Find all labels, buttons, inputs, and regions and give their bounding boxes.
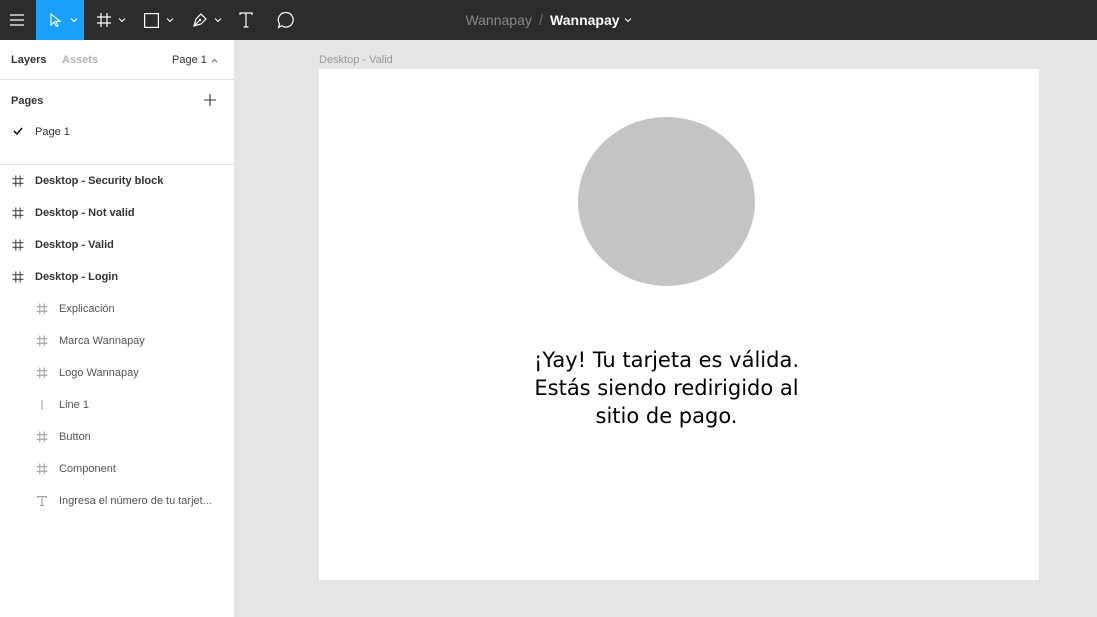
pen-tool-icon bbox=[193, 13, 207, 27]
line-icon bbox=[41, 400, 43, 410]
layer-item[interactable]: Marca Wannapay bbox=[0, 325, 235, 357]
project-name[interactable]: Wannapay bbox=[465, 12, 531, 28]
comment-tool-button[interactable] bbox=[274, 0, 298, 40]
comment-tool-icon bbox=[277, 11, 294, 29]
move-tool-button[interactable] bbox=[36, 0, 84, 40]
chevron-down-icon bbox=[70, 18, 78, 23]
shape-tool-icon bbox=[144, 13, 159, 28]
layer-item[interactable]: Logo Wannapay bbox=[0, 357, 235, 389]
frame-icon bbox=[12, 175, 24, 187]
layer-label: Explicación bbox=[59, 303, 115, 315]
layer-label: Desktop - Valid bbox=[35, 239, 114, 251]
layer-item[interactable]: Desktop - Not valid bbox=[0, 197, 235, 229]
layer-item[interactable]: Desktop - Security block bbox=[0, 165, 235, 197]
layer-item[interactable]: Explicación bbox=[0, 293, 235, 325]
layer-label: Line 1 bbox=[59, 399, 89, 411]
frame-icon bbox=[12, 271, 24, 283]
frame-label[interactable]: Desktop - Valid bbox=[319, 54, 393, 66]
text-tool-icon bbox=[239, 12, 253, 28]
frame-icon bbox=[36, 335, 48, 347]
page-item[interactable]: Page 1 bbox=[0, 120, 235, 144]
frame-icon bbox=[36, 303, 48, 315]
frame-icon bbox=[36, 463, 48, 475]
frame-desktop-valid[interactable]: ¡Yay! Tu tarjeta es válida. Estás siendo… bbox=[319, 69, 1039, 580]
move-tool-icon bbox=[50, 13, 62, 27]
tab-layers[interactable]: Layers bbox=[11, 54, 46, 66]
current-page-label: Page 1 bbox=[172, 54, 207, 66]
breadcrumb-separator: / bbox=[538, 11, 544, 29]
layer-label: Desktop - Security block bbox=[35, 175, 164, 187]
text-tool-button[interactable] bbox=[234, 0, 258, 40]
panel-tabs: Layers Assets Page 1 bbox=[0, 40, 235, 80]
text-icon bbox=[37, 496, 47, 506]
toolbar: Wannapay / Wannapay bbox=[0, 0, 1097, 40]
placeholder-circle[interactable] bbox=[578, 117, 755, 286]
chevron-up-icon bbox=[211, 58, 218, 62]
layer-item[interactable]: Component bbox=[0, 453, 235, 485]
chevron-down-icon bbox=[118, 18, 126, 23]
checkmark-icon bbox=[13, 127, 23, 135]
success-message[interactable]: ¡Yay! Tu tarjeta es válida. Estás siendo… bbox=[509, 346, 824, 430]
layer-label: Ingresa el número de tu tarjet... bbox=[59, 495, 212, 507]
file-name[interactable]: Wannapay bbox=[550, 12, 620, 28]
frame-icon bbox=[36, 367, 48, 379]
pen-tool-button[interactable] bbox=[186, 0, 226, 40]
frame-tool-icon bbox=[97, 13, 111, 27]
frame-icon bbox=[12, 239, 24, 251]
chevron-down-icon bbox=[166, 18, 174, 23]
frame-tool-button[interactable] bbox=[90, 0, 130, 40]
tab-assets[interactable]: Assets bbox=[62, 54, 98, 66]
layer-label: Logo Wannapay bbox=[59, 367, 139, 379]
shape-tool-button[interactable] bbox=[138, 0, 178, 40]
layer-label: Desktop - Not valid bbox=[35, 207, 135, 219]
pages-header: Pages bbox=[11, 95, 44, 107]
chevron-down-icon[interactable] bbox=[624, 17, 632, 23]
frame-icon bbox=[36, 431, 48, 443]
frame-icon bbox=[12, 207, 24, 219]
layer-item[interactable]: Desktop - Valid bbox=[0, 229, 235, 261]
page-switcher[interactable]: Page 1 bbox=[172, 54, 218, 66]
page-item-label: Page 1 bbox=[35, 126, 70, 138]
chevron-down-icon bbox=[214, 18, 222, 23]
add-page-icon[interactable] bbox=[203, 93, 217, 107]
layer-label: Marca Wannapay bbox=[59, 335, 145, 347]
layer-label: Desktop - Login bbox=[35, 271, 119, 283]
layer-item[interactable]: Line 1 bbox=[0, 389, 235, 421]
layer-item[interactable]: Button bbox=[0, 421, 235, 453]
layer-item[interactable]: Ingresa el número de tu tarjet... bbox=[0, 485, 235, 517]
layer-label: Button bbox=[59, 431, 91, 443]
layer-label: Component bbox=[59, 463, 116, 475]
hamburger-menu-icon[interactable] bbox=[0, 0, 33, 40]
layers-panel: Layers Assets Page 1 Pages Page 1 Deskto… bbox=[0, 40, 235, 617]
layer-item[interactable]: Desktop - Login bbox=[0, 261, 235, 293]
